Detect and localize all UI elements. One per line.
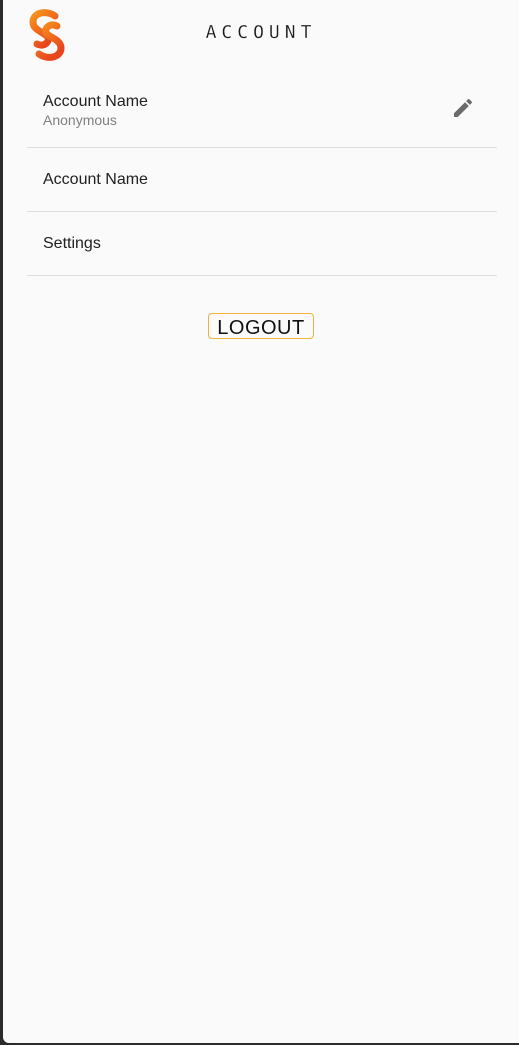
logout-button[interactable]: LOGOUT bbox=[208, 313, 314, 339]
list-item-settings[interactable]: Settings bbox=[27, 212, 497, 276]
page-title: ACCOUNT bbox=[205, 22, 317, 43]
item-label: Account Name bbox=[43, 93, 148, 110]
account-list: Account Name Anonymous Account Name Sett… bbox=[27, 84, 497, 276]
item-subtitle: Anonymous bbox=[43, 112, 117, 128]
app-header: ACCOUNT bbox=[3, 0, 519, 70]
account-screen: ACCOUNT Account Name Anonymous Account N… bbox=[3, 0, 519, 1043]
logout-container: LOGOUT bbox=[3, 313, 519, 339]
item-label: Settings bbox=[43, 235, 101, 252]
list-item-account-name[interactable]: Account Name bbox=[27, 148, 497, 212]
list-item-account-name-editable[interactable]: Account Name Anonymous bbox=[27, 84, 497, 148]
pencil-icon[interactable] bbox=[451, 96, 475, 120]
item-label: Account Name bbox=[43, 171, 148, 188]
